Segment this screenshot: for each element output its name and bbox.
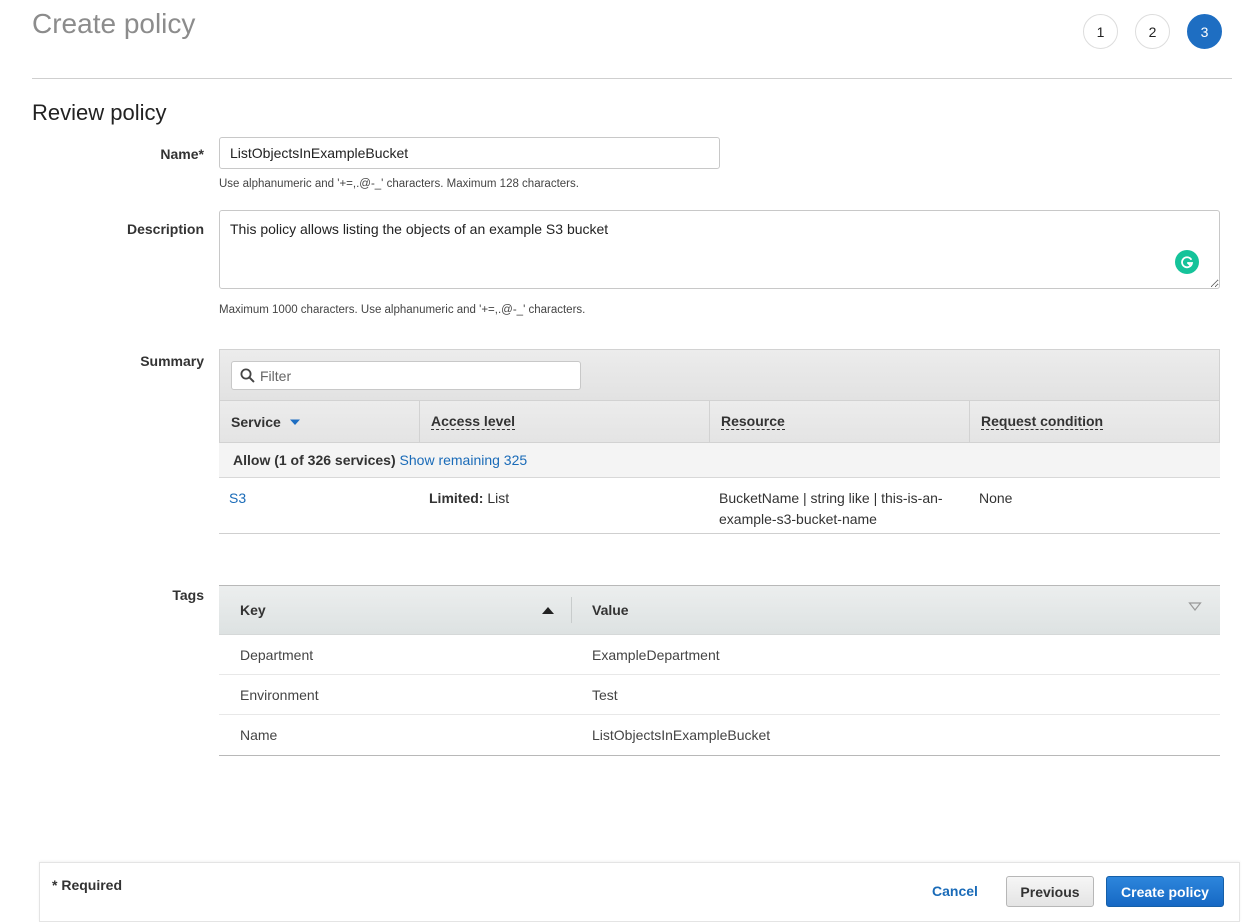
- summary-label: Summary: [140, 353, 204, 369]
- step-2[interactable]: 2: [1135, 14, 1170, 49]
- request-condition-cell: None: [979, 490, 1013, 506]
- filter-input[interactable]: Filter: [231, 361, 581, 390]
- required-note: * Required: [52, 877, 123, 893]
- column-access-level-label[interactable]: Access level: [431, 413, 516, 430]
- policy-name-input[interactable]: [219, 137, 720, 169]
- name-hint: Use alphanumeric and '+=,.@-_' character…: [219, 178, 579, 190]
- section-title: Review policy: [32, 100, 167, 125]
- step-1[interactable]: 1: [1083, 14, 1118, 49]
- column-request-condition-label[interactable]: Request condition: [981, 413, 1104, 430]
- name-label: Name*: [160, 146, 204, 162]
- grammarly-icon[interactable]: [1175, 250, 1199, 274]
- summary-header: Service Access level Resource Request co…: [219, 400, 1220, 443]
- service-cell: S3: [219, 488, 419, 530]
- tag-value: ExampleDepartment: [592, 646, 720, 663]
- previous-button[interactable]: Previous: [1006, 876, 1094, 907]
- column-value-label: Value: [592, 602, 629, 618]
- show-remaining-link[interactable]: Show remaining 325: [400, 452, 528, 468]
- filter-placeholder: Filter: [260, 367, 292, 384]
- tag-key: Environment: [240, 686, 319, 703]
- sort-up-icon: [542, 606, 554, 614]
- summary-table: Filter Service Access level Resource Req…: [219, 349, 1220, 534]
- column-resource-label[interactable]: Resource: [721, 413, 785, 430]
- tags-label: Tags: [172, 587, 204, 603]
- description-hint: Maximum 1000 characters. Use alphanumeri…: [219, 304, 586, 316]
- resource-cell: BucketName | string like | this-is-an-ex…: [719, 490, 943, 527]
- filter-bar: Filter: [219, 349, 1220, 400]
- cancel-button[interactable]: Cancel: [932, 883, 978, 899]
- sort-down-outline-icon: [1188, 602, 1202, 611]
- column-service-label: Service: [231, 413, 281, 430]
- create-policy-button[interactable]: Create policy: [1106, 876, 1224, 907]
- column-key-label: Key: [240, 602, 266, 618]
- access-level-cell: Limited: List: [419, 488, 709, 530]
- access-level-prefix: Limited:: [429, 490, 484, 506]
- tag-row: Department ExampleDepartment: [219, 635, 1220, 675]
- allow-text: Allow (1 of 326 services): [233, 452, 396, 468]
- access-level-value: List: [483, 490, 510, 506]
- search-icon: [240, 368, 255, 383]
- tag-value: Test: [592, 686, 618, 703]
- tag-row: Environment Test: [219, 675, 1220, 715]
- page-title: Create policy: [32, 8, 196, 39]
- step-3-current: 3: [1187, 14, 1222, 49]
- allow-group-row: Allow (1 of 326 services) Show remaining…: [219, 443, 1220, 478]
- sort-down-icon: [289, 419, 300, 425]
- tag-value: ListObjectsInExampleBucket: [592, 727, 771, 743]
- column-value[interactable]: Value: [572, 602, 1220, 618]
- tags-header: Key Value: [219, 586, 1220, 635]
- column-resource: Resource: [710, 401, 970, 442]
- wizard-steps: 1 2 3: [1083, 14, 1222, 49]
- tag-row: Name ListObjectsInExampleBucket: [219, 715, 1220, 755]
- table-row: S3 Limited: List BucketName | string lik…: [219, 478, 1220, 530]
- tags-table: Key Value Department ExampleDepartment E…: [219, 585, 1220, 756]
- column-service[interactable]: Service: [220, 401, 420, 442]
- description-label: Description: [126, 221, 204, 237]
- column-key[interactable]: Key: [219, 597, 572, 623]
- tag-key: Department: [240, 646, 314, 663]
- service-link-s3[interactable]: S3: [229, 490, 246, 506]
- column-access-level: Access level: [420, 401, 710, 442]
- tag-key: Name: [240, 727, 278, 743]
- footer-bar: * Required Cancel Previous Create policy: [39, 862, 1240, 922]
- description-textarea[interactable]: This policy allows listing the objects o…: [219, 210, 1220, 289]
- header-divider: [32, 78, 1232, 79]
- column-request-condition: Request condition: [970, 401, 1219, 442]
